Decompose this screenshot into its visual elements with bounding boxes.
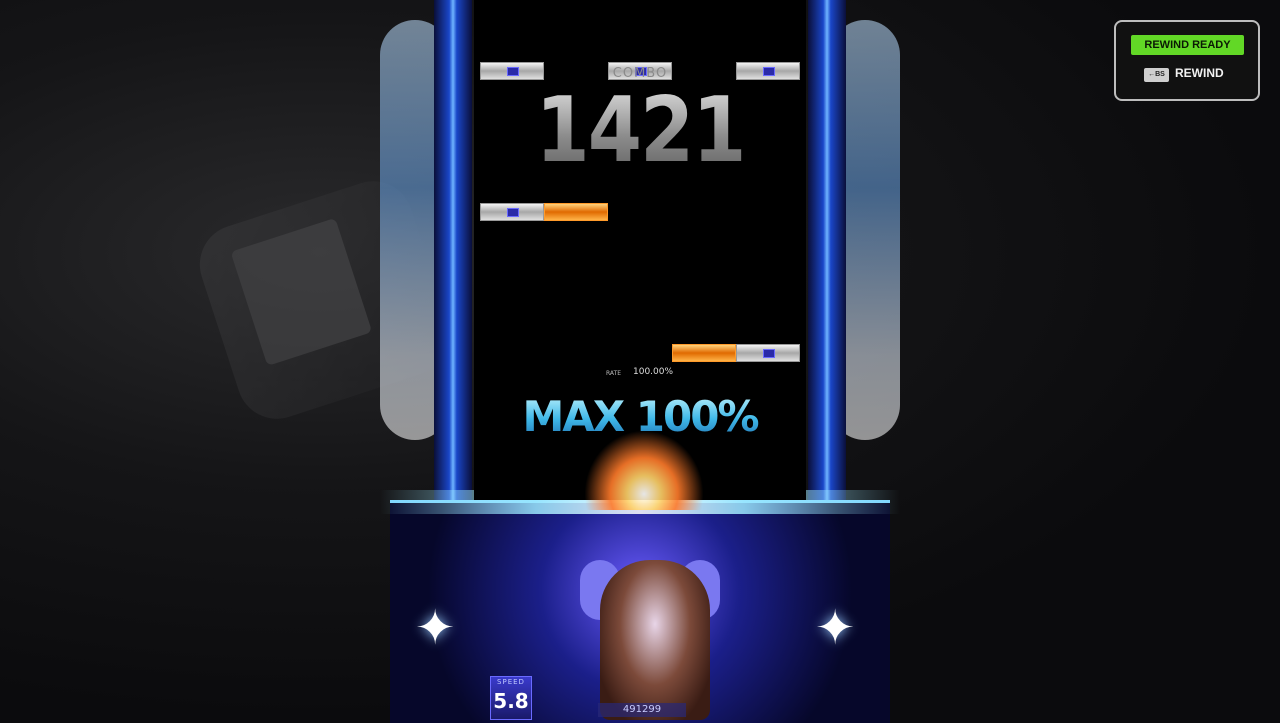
- note-gem-icon: [763, 349, 775, 358]
- rewind-ready-badge: REWIND READY: [1131, 35, 1244, 55]
- background-console-screen: [230, 217, 373, 366]
- right-pillar: [808, 0, 846, 500]
- hold-note: [544, 203, 608, 221]
- rate-value: 100.00%: [633, 367, 674, 377]
- left-pillar: [434, 0, 472, 500]
- note-gem-icon: [507, 208, 519, 217]
- sparkle-star-icon: ✦: [815, 600, 856, 656]
- rate-label: RATE: [606, 370, 622, 377]
- note-lane: COMBO 1421 RATE 100.00% MAX 100%: [474, 0, 806, 510]
- hold-note: [672, 344, 736, 362]
- character-portrait: [600, 560, 710, 720]
- speed-value: 5.8: [493, 689, 529, 713]
- speed-label: SPEED: [497, 678, 525, 686]
- tap-note: [480, 203, 544, 221]
- backspace-key-icon[interactable]: ←BS: [1144, 68, 1169, 82]
- score-display: 491299: [598, 703, 686, 717]
- hit-burst-effect: [584, 430, 704, 510]
- speed-indicator: SPEED 5.8: [490, 676, 532, 720]
- rewind-button-label[interactable]: REWIND: [1175, 66, 1224, 80]
- rewind-panel: REWIND READY ←BS REWIND: [1114, 20, 1260, 101]
- sparkle-star-icon: ✦: [415, 600, 456, 656]
- combo-counter: 1421: [474, 79, 806, 183]
- tap-note: [736, 344, 800, 362]
